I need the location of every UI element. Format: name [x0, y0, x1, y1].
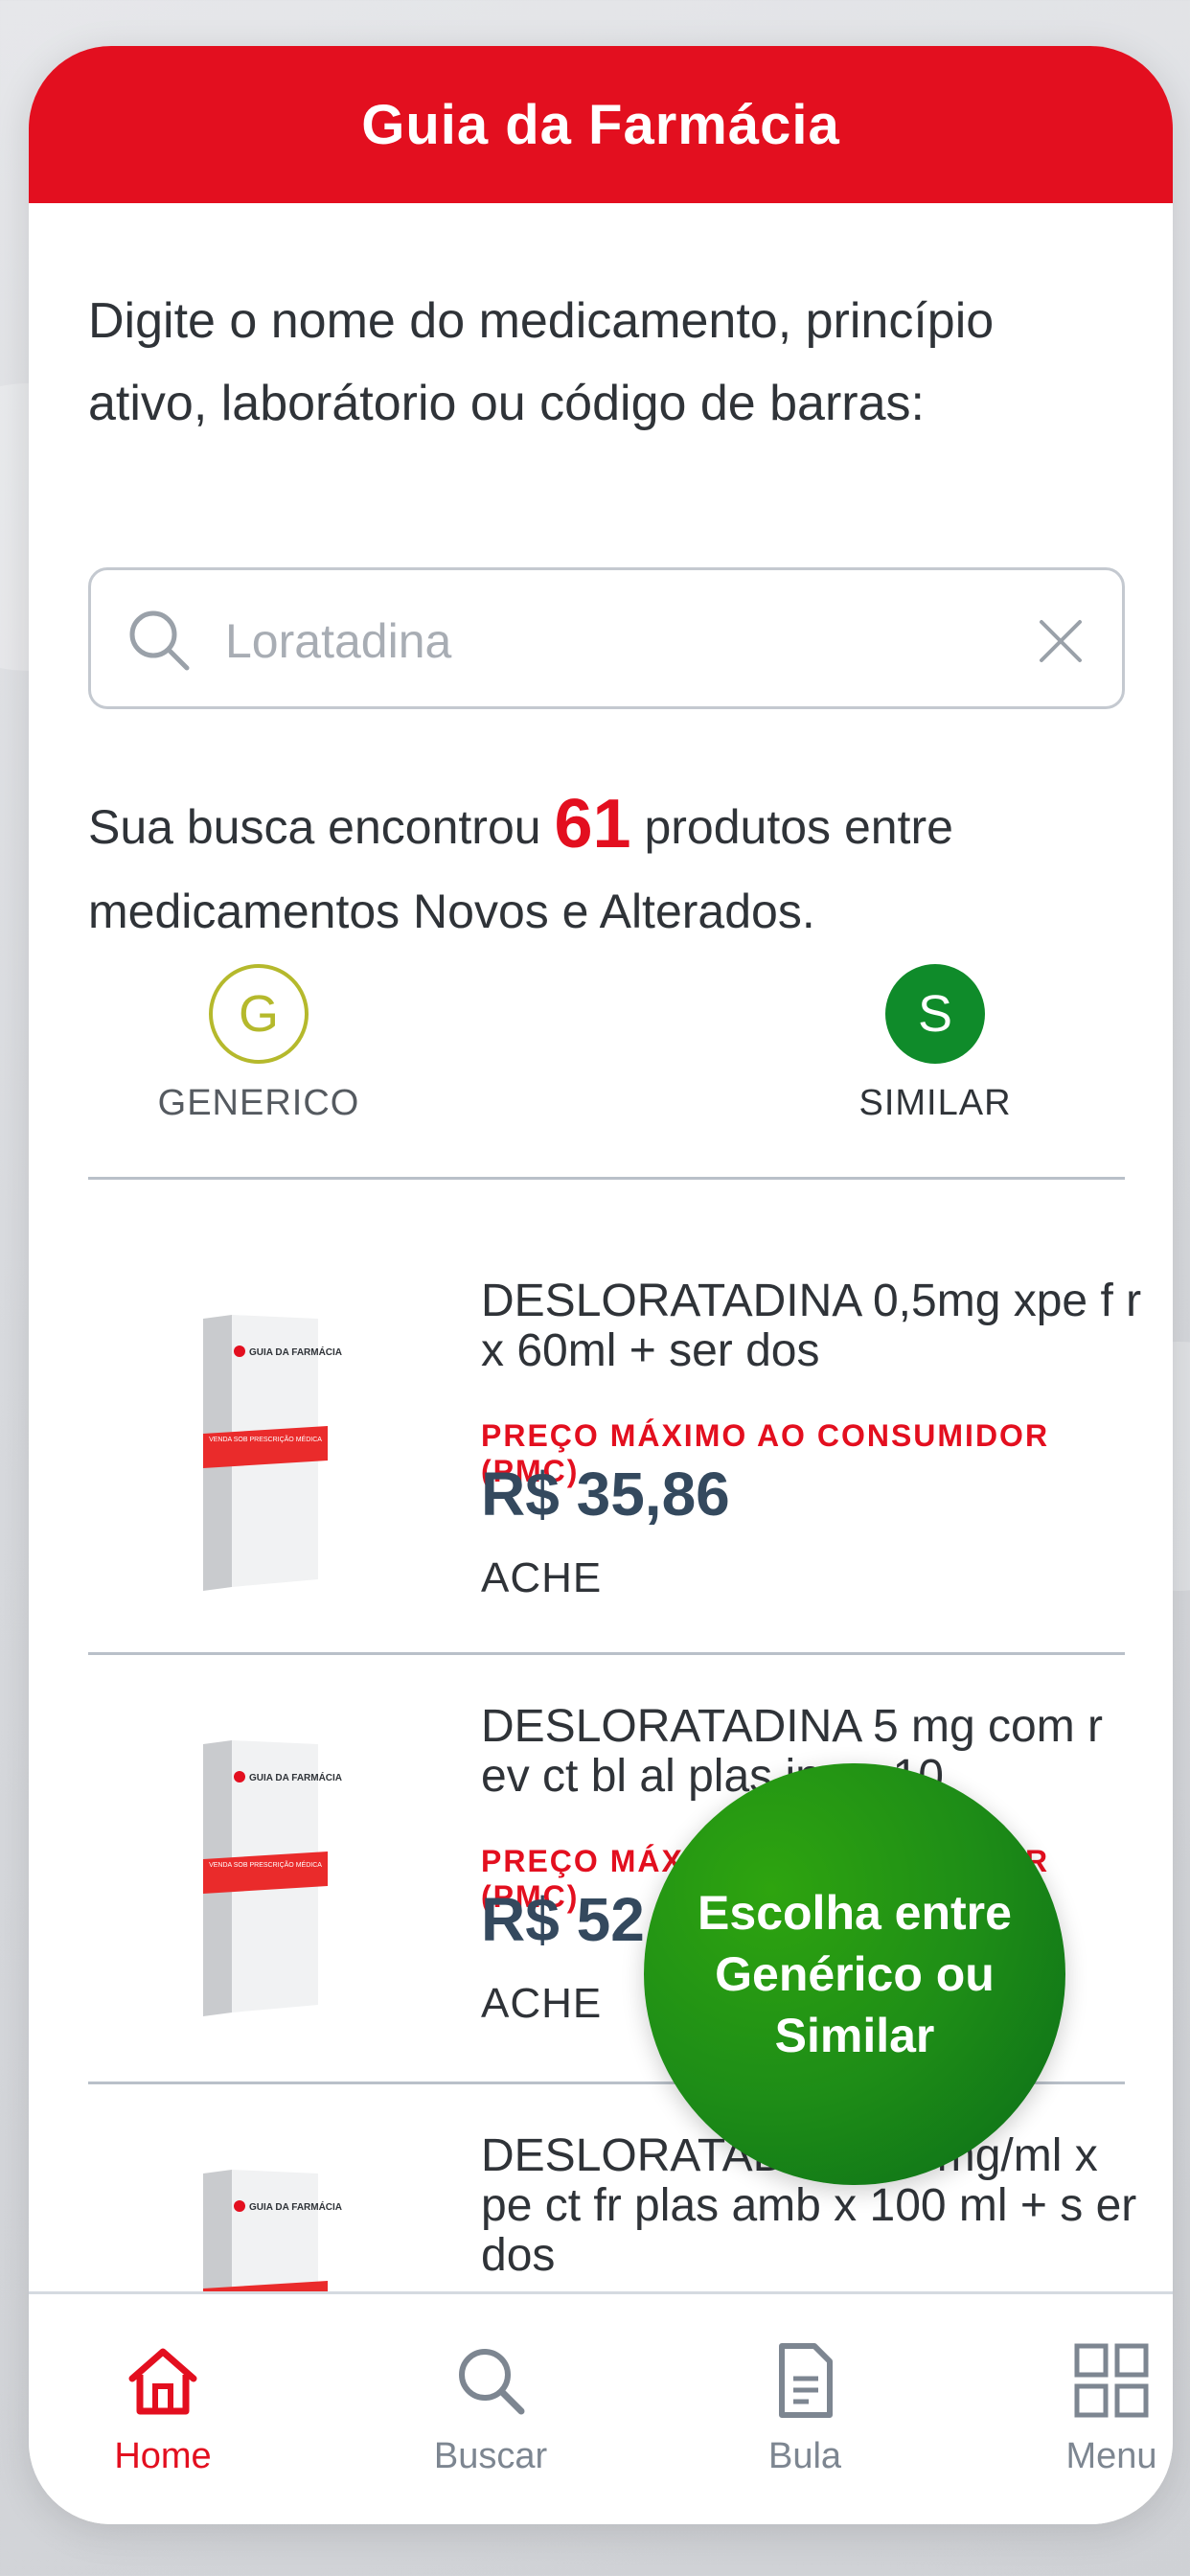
similar-badge-icon: S	[885, 964, 985, 1064]
filter-similar[interactable]: S SIMILAR	[830, 964, 1041, 1124]
filter-similar-label: SIMILAR	[858, 1083, 1012, 1123]
nav-item-menu[interactable]: Menu	[1006, 2340, 1173, 2477]
nav-label-bula: Bula	[767, 2436, 842, 2476]
box-brand: GUIA DA FARMÁCIA	[249, 1771, 342, 1783]
box-text: VENDA SOB PRESCRIÇÃO MÉDICA	[209, 1860, 322, 1869]
nav-label-home: Home	[114, 2436, 212, 2476]
filter-generico-label: GENERICO	[157, 1083, 360, 1123]
nav-label-buscar: Buscar	[433, 2436, 548, 2476]
filter-generico[interactable]: G GENERICO	[153, 964, 364, 1124]
app-title: Guia da Farmácia	[361, 93, 840, 156]
product-box-image: GUIA DA FARMÁCIA VENDA SOB PRESCRIÇÃO MÉ…	[203, 1315, 342, 1591]
divider	[88, 1177, 1125, 1180]
laboratory-name: ACHE	[481, 1554, 603, 1601]
generico-badge-icon: G	[209, 964, 309, 1064]
result-count: 61	[554, 786, 631, 862]
divider	[88, 1652, 1125, 1655]
product-item[interactable]: GUIA DA FARMÁCIA VENDA SOB PRESCRIÇÃO MÉ…	[88, 1276, 1142, 1698]
result-prefix: Sua busca encontrou	[88, 800, 541, 854]
bottom-nav: Home Buscar Bula Menu	[29, 2291, 1173, 2524]
nav-label-menu: Menu	[1065, 2436, 1157, 2476]
choose-generic-similar-button[interactable]: Escolha entre Genérico ou Similar	[644, 1763, 1065, 2185]
price-value: R$ 35,86	[481, 1460, 730, 1529]
search-icon	[459, 2349, 525, 2415]
nav-item-buscar[interactable]: Buscar	[385, 2340, 596, 2477]
nav-item-home[interactable]: Home	[57, 2340, 268, 2477]
search-field[interactable]	[88, 567, 1125, 709]
box-brand: GUIA DA FARMÁCIA	[249, 2200, 342, 2213]
product-name: DESLORATADINA 0,5mg xpe f r x 60ml + ser…	[481, 1276, 1142, 1376]
app-card: Guia da Farmácia Digite o nome do medica…	[29, 46, 1173, 2524]
search-instructions: Digite o nome do medicamento, princípio …	[88, 293, 995, 431]
laboratory-name: ACHE	[481, 1980, 603, 2027]
search-icon	[129, 610, 190, 671]
fab-label: Escolha entre Genérico ou Similar	[698, 1886, 1012, 2062]
grid-icon	[1074, 2343, 1149, 2418]
search-input[interactable]	[223, 599, 1013, 683]
box-text: VENDA SOB PRESCRIÇÃO MÉDICA	[209, 1435, 322, 1443]
search-result-summary: Sua busca encontrou 61 produtos entre me…	[88, 782, 1142, 954]
app-header: Guia da Farmácia	[29, 46, 1173, 203]
box-brand: GUIA DA FARMÁCIA	[249, 1346, 342, 1358]
document-icon	[779, 2343, 833, 2418]
nav-item-bula[interactable]: Bula	[699, 2340, 910, 2477]
home-icon	[128, 2348, 197, 2415]
close-icon[interactable]	[1036, 616, 1086, 666]
product-box-image: GUIA DA FARMÁCIA VENDA SOB PRESCRIÇÃO MÉ…	[203, 1740, 342, 2016]
